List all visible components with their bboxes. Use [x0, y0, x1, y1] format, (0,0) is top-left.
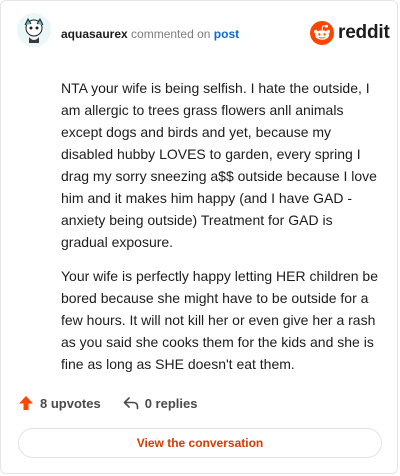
embedded-comment-card: aquasaurex commented on post reddit NTA … — [0, 0, 398, 474]
upvote-button[interactable]: 8 upvotes — [18, 395, 101, 411]
upvote-arrow-icon — [19, 396, 33, 410]
replies-button[interactable]: 0 replies — [123, 395, 198, 411]
comment-paragraph: NTA your wife is being selfish. I hate t… — [61, 80, 377, 250]
reply-count: 0 replies — [144, 395, 198, 411]
comment-header: aquasaurex commented on post — [61, 26, 239, 42]
username[interactable]: aquasaurex — [61, 27, 128, 41]
comment-body: NTA your wife is being selfish. I hate t… — [61, 77, 381, 387]
reply-arrow-icon — [123, 397, 138, 410]
reddit-wordmark: reddit — [338, 22, 390, 43]
reddit-snoo-icon — [310, 21, 334, 45]
upvote-count: 8 upvotes — [40, 395, 101, 411]
commented-on-text: commented on — [131, 27, 211, 41]
post-link[interactable]: post — [214, 27, 239, 41]
reddit-brand[interactable]: reddit — [310, 21, 390, 45]
snoo-avatar-icon — [17, 13, 51, 47]
avatar[interactable] — [17, 13, 51, 47]
comment-actions: 8 upvotes 0 replies — [18, 395, 219, 411]
view-conversation-button[interactable]: View the conversation — [18, 428, 382, 458]
comment-paragraph: Your wife is perfectly happy letting HER… — [61, 268, 378, 372]
